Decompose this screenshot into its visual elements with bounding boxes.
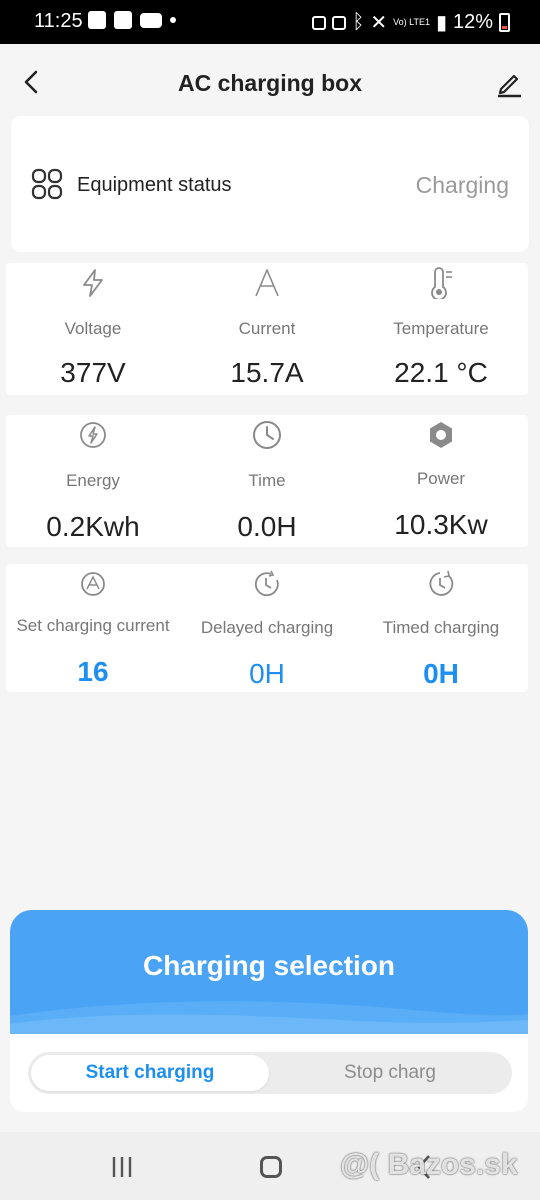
time-value: 0.0H <box>237 511 297 542</box>
metrics-row-1: Voltage 377V Current 15.7A Temperature 2… <box>6 263 528 395</box>
equipment-status-label: Equipment status <box>77 174 232 196</box>
temperature-cell: Temperature 22.1 °C <box>354 263 528 395</box>
delay-clock-icon <box>254 570 279 597</box>
energy-value: 0.2Kwh <box>46 511 140 542</box>
energy-label: Energy <box>66 471 120 490</box>
current-setting-icon <box>81 572 105 596</box>
segmented-control: Start charging Stop charg <box>28 1052 512 1094</box>
settings-row: Set charging current 16 Delayed charging… <box>6 564 528 692</box>
current-cell: Current 15.7A <box>180 263 354 395</box>
timed-charging-value[interactable]: 0H <box>354 658 528 690</box>
mute-icon: ✕ <box>370 12 388 34</box>
power-label: Power <box>416 469 466 488</box>
notification-icons <box>88 11 176 29</box>
voltage-label: Voltage <box>64 319 122 338</box>
temperature-value: 22.1 °C <box>394 357 488 388</box>
start-charging-tab[interactable]: Start charging <box>31 1055 269 1091</box>
charging-selection-title: Charging selection <box>142 950 396 981</box>
metrics-row-2: Energy 0.2Kwh Time 0.0H Power 10.3Kw <box>6 415 528 547</box>
equipment-status-card: Equipment status Charging <box>11 116 529 252</box>
clock-icon <box>253 421 281 449</box>
energy-icon <box>80 422 106 448</box>
ampere-icon <box>255 269 279 297</box>
set-current-cell[interactable]: Set charging current 16 <box>6 564 180 692</box>
charging-tabs: Start charging Stop charg <box>10 1034 528 1112</box>
timed-charging-cell[interactable]: Timed charging 0H <box>354 564 528 692</box>
grid-four-icon <box>31 168 63 200</box>
power-cell: Power 10.3Kw <box>354 415 528 547</box>
app-bar: AC charging box <box>0 44 540 124</box>
alert-icon <box>114 11 132 29</box>
current-label: Current <box>238 319 296 338</box>
hex-nut-icon <box>430 422 452 448</box>
sync-icon <box>312 15 327 30</box>
power-value: 10.3Kw <box>394 509 488 540</box>
recent-apps-icon[interactable] <box>110 1156 134 1178</box>
set-current-value[interactable]: 16 <box>6 656 180 688</box>
voltage-value: 377V <box>60 357 126 388</box>
status-time: 11:25 <box>34 10 83 32</box>
time-cell: Time 0.0H <box>180 415 354 547</box>
system-icons: ᛒ ✕ Vo) LTE1 ▮ 12% <box>312 10 510 35</box>
delayed-charging-label: Delayed charging <box>200 618 334 637</box>
wave-decoration <box>10 1001 528 1034</box>
bluetooth-icon: ᛒ <box>352 11 365 33</box>
signal-icon: ▮ <box>435 12 447 34</box>
set-current-label: Set charging current <box>16 616 170 635</box>
thermometer-icon <box>431 267 452 299</box>
delayed-charging-value[interactable]: 0H <box>180 658 354 690</box>
timer-clock-icon <box>429 570 454 596</box>
time-label: Time <box>248 471 286 490</box>
lightning-icon <box>83 269 103 297</box>
charging-selection-panel: Charging selection <box>10 910 528 1034</box>
more-dot-icon <box>170 17 176 23</box>
alarm-icon <box>332 15 347 30</box>
status-bar: 11:25 ᛒ ✕ Vo) LTE1 ▮ 12% <box>0 0 540 44</box>
stop-charging-tab[interactable]: Stop charg <box>271 1055 509 1091</box>
energy-cell: Energy 0.2Kwh <box>6 415 180 547</box>
battery-percent: 12% <box>452 11 493 33</box>
voltage-cell: Voltage 377V <box>6 263 180 395</box>
youtube-icon <box>140 12 162 28</box>
network-label: Vo) LTE1 <box>393 17 430 27</box>
timed-charging-label: Timed charging <box>382 618 500 637</box>
current-value: 15.7A <box>230 357 304 388</box>
equipment-status-value: Charging <box>415 172 509 198</box>
home-icon[interactable] <box>260 1156 282 1178</box>
pencil-icon[interactable] <box>494 68 524 98</box>
temperature-label: Temperature <box>393 319 489 338</box>
watermark-text: @( Bazos.sk <box>340 1148 518 1181</box>
battery-icon <box>499 13 510 32</box>
delayed-charging-cell[interactable]: Delayed charging 0H <box>180 564 354 692</box>
page-title: AC charging box <box>177 70 362 96</box>
gallery-icon <box>88 11 106 29</box>
